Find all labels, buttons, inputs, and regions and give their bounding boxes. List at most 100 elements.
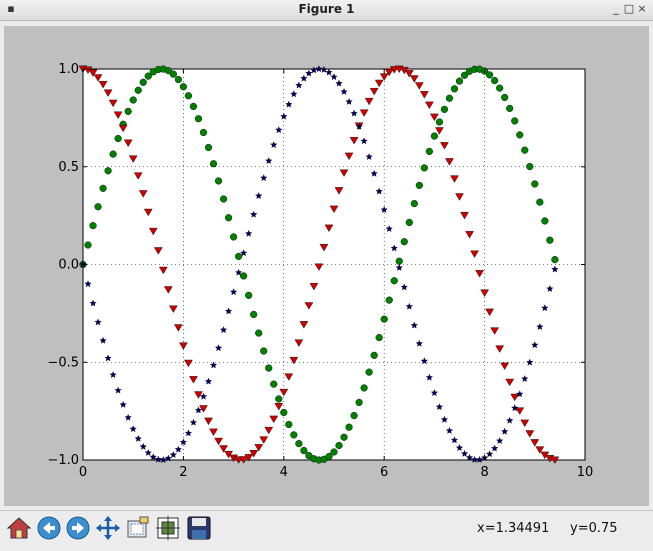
data-point-circle <box>114 134 122 143</box>
data-point-circle <box>184 92 193 100</box>
y-tick-label: −1.0 <box>47 453 79 468</box>
data-point-circle <box>430 132 439 140</box>
data-point-circle <box>275 395 283 403</box>
data-point-circle <box>174 75 182 84</box>
data-point-circle <box>380 315 388 323</box>
data-point-circle <box>455 77 464 85</box>
pan-icon[interactable] <box>95 515 121 541</box>
data-point-circle <box>179 83 188 91</box>
data-point-circle <box>415 181 423 189</box>
data-point-circle <box>345 423 353 431</box>
data-point-circle <box>521 146 529 154</box>
figure-canvas[interactable]: 0 2 4 6 8 10 −1.0 −0.5 0.0 0.5 1.0 <box>4 26 649 506</box>
data-point-circle <box>250 310 258 319</box>
home-icon[interactable] <box>6 515 32 541</box>
title-bar: Figure 1 ▪ _ □ × <box>0 0 653 21</box>
data-point-circle <box>109 150 117 158</box>
data-point-circle <box>270 380 278 388</box>
data-point-circle <box>511 117 519 125</box>
data-point-circle <box>280 408 288 417</box>
data-point-circle <box>169 70 177 78</box>
data-point-circle <box>425 147 433 156</box>
data-point-circle <box>340 433 348 441</box>
data-point-circle <box>506 104 514 112</box>
data-point-circle <box>365 368 373 376</box>
data-point-circle <box>224 214 233 222</box>
data-point-circle <box>290 431 298 439</box>
zoom-rect-icon[interactable] <box>125 515 151 541</box>
data-point-circle <box>435 118 444 126</box>
data-point-circle <box>124 107 132 115</box>
data-point-circle <box>99 184 107 192</box>
data-point-circle <box>230 233 238 241</box>
plot-svg[interactable]: 0 2 4 6 8 10 −1.0 −0.5 0.0 0.5 1.0 <box>4 26 649 506</box>
data-point-circle <box>84 241 92 249</box>
x-tick-label: 10 <box>577 465 594 480</box>
data-point-circle <box>445 94 454 102</box>
data-point-circle <box>516 131 524 139</box>
data-point-circle <box>360 384 368 392</box>
x-tick-label: 0 <box>79 465 87 480</box>
data-point-circle <box>546 236 554 244</box>
data-point-circle <box>501 93 509 102</box>
data-point-circle <box>551 256 559 264</box>
data-point-circle <box>104 167 112 175</box>
data-point-circle <box>450 85 459 93</box>
data-point-circle <box>89 222 97 230</box>
back-arrow-icon[interactable] <box>36 515 62 541</box>
close-button[interactable]: × <box>636 3 648 15</box>
data-point-circle <box>194 115 203 123</box>
data-point-circle <box>491 76 499 85</box>
data-point-circle <box>390 277 398 285</box>
y-tick-label: 1.0 <box>58 62 79 77</box>
save-icon[interactable] <box>186 515 212 541</box>
forward-arrow-icon[interactable] <box>65 515 91 541</box>
data-point-circle <box>214 177 223 185</box>
data-point-circle <box>94 203 102 211</box>
maximize-button[interactable]: □ <box>623 3 635 15</box>
data-point-circle <box>420 164 428 172</box>
axes-frame <box>82 68 586 461</box>
x-tick-label: 2 <box>179 465 187 480</box>
y-tick-label: 0.5 <box>58 160 79 175</box>
data-point-circle <box>440 105 449 113</box>
data-point-circle <box>240 272 248 280</box>
data-point-circle <box>209 160 218 168</box>
data-point-circle <box>330 448 338 456</box>
minimize-button[interactable]: _ <box>610 3 622 15</box>
data-point-circle <box>300 446 308 455</box>
navigation-toolbar: x=1.34491 y=0.75 <box>0 510 653 551</box>
data-point-circle <box>496 84 504 92</box>
data-point-circle <box>405 218 413 227</box>
data-point-circle <box>410 199 418 208</box>
data-point-circle <box>134 86 142 94</box>
data-point-circle <box>295 440 303 448</box>
data-point-circle <box>541 217 549 225</box>
data-point-circle <box>531 180 539 188</box>
x-coordinate-readout: x=1.34491 <box>477 521 550 536</box>
data-point-circle <box>350 411 358 420</box>
data-point-circle <box>385 296 393 304</box>
data-point-circle <box>486 71 494 79</box>
data-point-circle <box>536 198 544 206</box>
data-point-circle <box>370 351 378 359</box>
data-point-circle <box>129 96 137 104</box>
data-point-circle <box>204 143 213 152</box>
y-coordinate-readout: y=0.75 <box>570 521 618 536</box>
data-point-circle <box>255 329 263 337</box>
data-point-circle <box>400 238 408 246</box>
data-point-circle <box>375 333 383 342</box>
window-menu-icon[interactable]: ▪ <box>5 3 17 15</box>
data-point-circle <box>355 398 363 407</box>
window-title: Figure 1 <box>298 2 355 16</box>
data-point-circle <box>395 257 403 265</box>
data-point-circle <box>219 195 228 203</box>
x-tick-label: 8 <box>480 465 488 480</box>
figure-window: Figure 1 ▪ _ □ × 0 2 4 6 8 10 −1.0 −0.5 0.0 0.5 1.… <box>0 0 653 551</box>
x-tick-label: 4 <box>280 465 288 480</box>
subplots-icon[interactable] <box>155 515 181 541</box>
y-tick-label: −0.5 <box>47 355 79 370</box>
data-point-circle <box>245 291 253 299</box>
data-point-circle <box>189 102 198 111</box>
data-point-circle <box>199 128 208 137</box>
